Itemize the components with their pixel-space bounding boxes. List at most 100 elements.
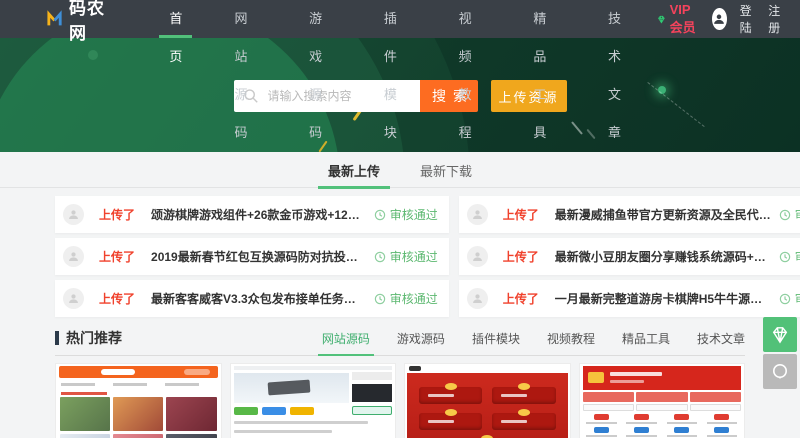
status-badge: 审核通过 [374, 206, 438, 223]
chat-bubble-icon [770, 362, 790, 382]
user-avatar-button[interactable] [712, 8, 726, 30]
hot-card-row [55, 363, 745, 438]
status-text: 审核通过 [390, 206, 438, 223]
status-badge: 审核通过 [374, 248, 438, 265]
search-row: 搜索 上传资源 [0, 80, 800, 112]
nav-item-video-tutorial[interactable]: 视频教程 [433, 0, 508, 38]
audit-clock-icon [779, 293, 791, 305]
upload-action-label: 上传了 [503, 290, 539, 307]
latest-list: 上传了 颂游棋牌游戏组件+26款金币游戏+12款房卡游戏 审核通过 上传了 最新… [55, 196, 745, 317]
header-right: VIP会员 登陆 注册 [657, 0, 800, 38]
vip-member-link[interactable]: VIP会员 [657, 2, 699, 36]
tab-latest-download[interactable]: 最新下载 [418, 152, 474, 187]
status-badge: 审核通过 [779, 206, 800, 223]
resource-title[interactable]: 一月最新完整道游房卡棋牌H5牛牛源码运营版+视... [555, 290, 771, 307]
list-item[interactable]: 上传了 最新客客威客V3.3众包发布接单任务平台源码运营... 审核通过 [55, 280, 449, 317]
thumb-red-header [583, 366, 742, 390]
audit-clock-icon [374, 293, 386, 305]
list-item[interactable]: 上传了 最新微小豆朋友圈分享赚钱系统源码+分销功能+安... 审核通过 [459, 238, 800, 275]
hot-card-thumbnail-lottery[interactable] [579, 363, 746, 438]
page: 码农网 首页 网站源码 游戏源码 插件模块 视频教程 精品工具 技术文章 VIP… [0, 0, 800, 438]
thumb-data-grid [583, 414, 742, 438]
redpacket-amount-block [492, 387, 555, 404]
upload-action-label: 上传了 [99, 290, 135, 307]
nav-item-game-source[interactable]: 游戏源码 [283, 0, 358, 38]
thumb-banner [234, 373, 350, 403]
nav-item-home[interactable]: 首页 [143, 0, 208, 38]
vip-gem-icon [657, 13, 666, 26]
nav-item-tech-article[interactable]: 技术文章 [582, 0, 657, 38]
floating-side-buttons [763, 317, 797, 389]
top-navbar: 码农网 首页 网站源码 游戏源码 插件模块 视频教程 精品工具 技术文章 VIP… [0, 0, 800, 38]
nav-item-plugin-module[interactable]: 插件模块 [358, 0, 433, 38]
nav-item-website-source[interactable]: 网站源码 [208, 0, 283, 38]
status-text: 审核通过 [795, 248, 800, 265]
hot-tab-website-source[interactable]: 网站源码 [322, 330, 370, 348]
status-badge: 审核通过 [374, 290, 438, 307]
logo-m-icon [46, 9, 63, 29]
status-text: 审核通过 [390, 248, 438, 265]
thumb-orange-navbar [59, 366, 218, 378]
thumb-topbar [405, 364, 570, 373]
vip-float-button[interactable] [763, 317, 797, 352]
upload-action-label: 上传了 [503, 206, 539, 223]
search-box: 搜索 [234, 80, 478, 112]
thumb-text-lines [61, 381, 216, 389]
redpacket-amount-block [492, 413, 555, 430]
hot-card-thumbnail-forum[interactable] [230, 363, 397, 438]
thumb-image-grid [60, 397, 217, 438]
list-item[interactable]: 上传了 2019最新春节红包互换源码防对抗投诉运营版|免... 审核通过 [55, 238, 449, 275]
resource-title[interactable]: 颂游棋牌游戏组件+26款金币游戏+12款房卡游戏 [151, 206, 366, 223]
status-text: 审核通过 [795, 206, 800, 223]
thumb-filter-bar [583, 404, 742, 411]
hero-slash-decoration [571, 121, 583, 135]
hot-tab-tools[interactable]: 精品工具 [622, 330, 670, 348]
login-link[interactable]: 登陆 [740, 2, 756, 36]
hot-title-text: 热门推荐 [66, 328, 122, 348]
site-logo[interactable]: 码农网 [46, 0, 107, 38]
nav-item-tools[interactable]: 精品工具 [507, 0, 582, 38]
thumb-sidebar [352, 372, 392, 415]
feedback-float-button[interactable] [763, 354, 797, 389]
upload-action-label: 上传了 [503, 248, 539, 265]
hot-card-thumbnail-comic[interactable] [55, 363, 222, 438]
resource-title[interactable]: 2019最新春节红包互换源码防对抗投诉运营版|免... [151, 248, 366, 265]
list-item[interactable]: 上传了 颂游棋牌游戏组件+26款金币游戏+12款房卡游戏 审核通过 [55, 196, 449, 233]
audit-clock-icon [374, 209, 386, 221]
list-item[interactable]: 上传了 一月最新完整道游房卡棋牌H5牛牛源码运营版+视... 审核通过 [459, 280, 800, 317]
hot-tab-video-tutorial[interactable]: 视频教程 [547, 330, 595, 348]
hot-category-tabs: 网站源码 游戏源码 插件模块 视频教程 精品工具 技术文章 [322, 330, 745, 348]
hero-dot-decoration [88, 50, 98, 60]
site-title: 码农网 [69, 0, 107, 44]
uploader-avatar [467, 204, 488, 225]
main-nav: 首页 网站源码 游戏源码 插件模块 视频教程 精品工具 技术文章 [143, 0, 656, 38]
upload-action-label: 上传了 [99, 206, 135, 223]
hero-slash-decoration [586, 129, 595, 139]
hot-section-title: 热门推荐 [55, 328, 122, 348]
hot-tab-plugin-module[interactable]: 插件模块 [472, 330, 520, 348]
redpacket-amount-block [419, 387, 482, 404]
list-item[interactable]: 上传了 最新漫威捕鱼带官方更新资源及全民代理系统完整... 审核通过 [459, 196, 800, 233]
thumb-red-body [407, 373, 568, 438]
status-badge: 审核通过 [779, 290, 800, 307]
resource-title[interactable]: 最新微小豆朋友圈分享赚钱系统源码+分销功能+安... [555, 248, 771, 265]
resource-title[interactable]: 最新漫威捕鱼带官方更新资源及全民代理系统完整... [555, 206, 771, 223]
tab-latest-upload[interactable]: 最新上传 [326, 152, 382, 187]
audit-clock-icon [779, 251, 791, 263]
hero-banner: 搜索 上传资源 [0, 38, 800, 152]
status-text: 审核通过 [390, 290, 438, 307]
status-text: 审核通过 [795, 290, 800, 307]
hot-tab-tech-article[interactable]: 技术文章 [697, 330, 745, 348]
audit-clock-icon [779, 209, 791, 221]
thumb-section-marker [61, 392, 107, 395]
gem-icon [770, 326, 790, 344]
resource-title[interactable]: 最新客客威客V3.3众包发布接单任务平台源码运营... [151, 290, 366, 307]
hot-recommend-section: 热门推荐 网站源码 游戏源码 插件模块 视频教程 精品工具 技术文章 [55, 328, 745, 438]
vip-label: VIP会员 [670, 2, 700, 36]
latest-tabs: 最新上传 最新下载 [0, 152, 800, 188]
upload-resource-button[interactable]: 上传资源 [491, 80, 567, 112]
register-link[interactable]: 注册 [768, 2, 784, 36]
hot-tab-game-source[interactable]: 游戏源码 [397, 330, 445, 348]
hot-card-thumbnail-redpacket[interactable] [404, 363, 571, 438]
uploader-avatar [467, 288, 488, 309]
